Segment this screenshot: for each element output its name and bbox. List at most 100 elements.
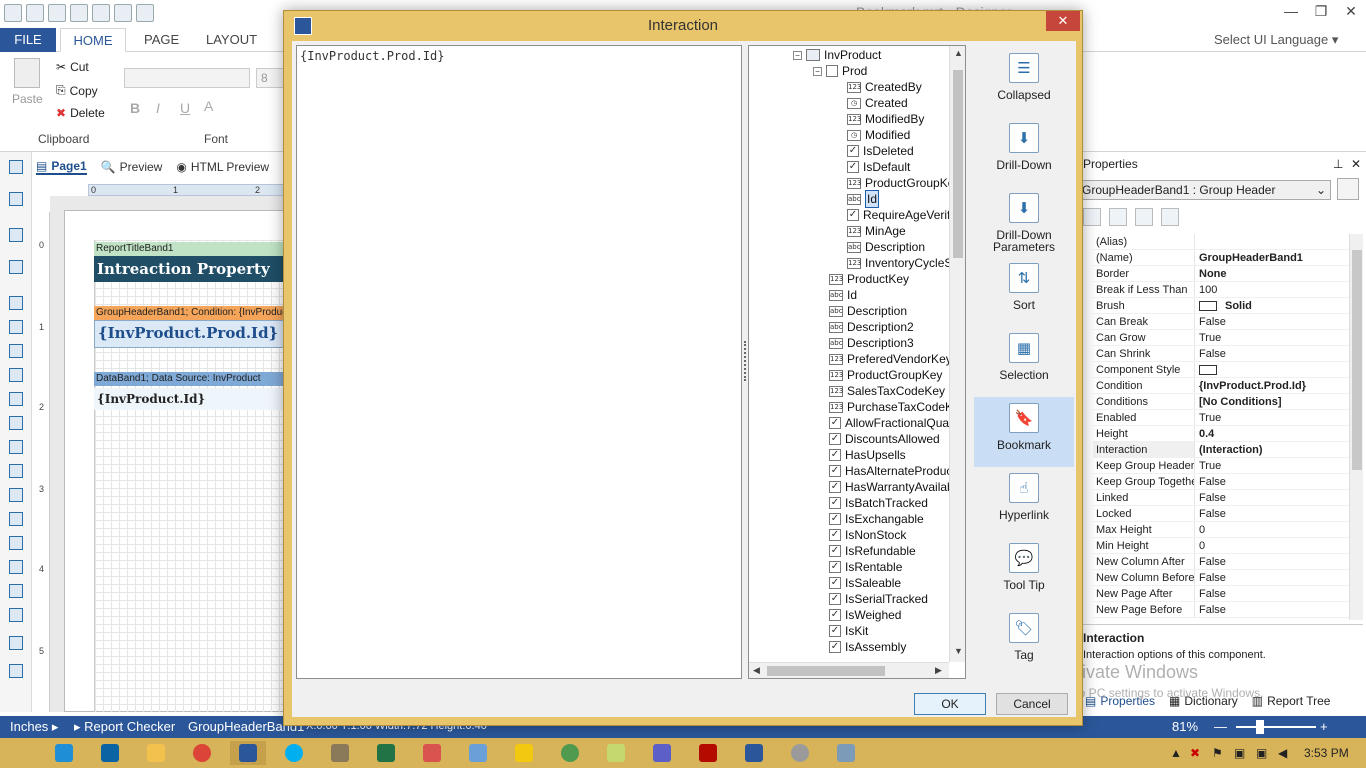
snip-icon[interactable] <box>598 741 634 765</box>
pin-icon[interactable]: ⊥ <box>1333 154 1343 174</box>
tree-node[interactable]: abc Id <box>829 287 857 303</box>
units-button[interactable]: Inches ▸ <box>10 719 58 735</box>
property-row[interactable]: Locked False <box>1093 506 1349 522</box>
tree-node[interactable]: 123 ProductGroupKey <box>847 175 960 191</box>
component-select[interactable]: GroupHeaderBand1 : Group Header ⌄ <box>1079 180 1331 200</box>
tree-node[interactable]: abc Description <box>847 239 925 255</box>
property-value[interactable]: False <box>1195 602 1349 617</box>
minimize-icon[interactable]: — <box>1276 0 1306 22</box>
barcode-tool-icon[interactable] <box>9 584 23 598</box>
property-row[interactable]: Max Height 0 <box>1093 522 1349 538</box>
tree-node[interactable]: ✓ IsRentable <box>829 559 902 575</box>
picture-tool-icon[interactable] <box>9 536 23 550</box>
property-row[interactable]: (Name) GroupHeaderBand1 <box>1093 250 1349 266</box>
property-row[interactable]: Border None <box>1093 266 1349 282</box>
property-row[interactable]: Can Shrink False <box>1093 346 1349 362</box>
tab-preview[interactable]: 🔍 Preview <box>101 160 163 174</box>
property-value[interactable]: False <box>1195 346 1349 361</box>
chrome-icon[interactable] <box>184 741 220 765</box>
outlook-icon[interactable] <box>92 741 128 765</box>
tree-node[interactable]: 123 MinAge <box>847 223 906 239</box>
settings-icon[interactable] <box>782 741 818 765</box>
tree-node[interactable]: ◷ Created <box>847 95 908 111</box>
tree-node[interactable]: ✓ IsAssembly <box>829 639 906 655</box>
tab-properties[interactable]: ▤ Properties <box>1085 694 1155 708</box>
zoom-out-button[interactable]: — <box>1214 719 1227 734</box>
camera-icon[interactable] <box>552 741 588 765</box>
drill-down-parameters-button[interactable]: ⬇ Drill-Down Parameters <box>974 187 1074 257</box>
tree-node-prod[interactable]: − Prod <box>813 63 867 79</box>
zoom-in-button[interactable]: + <box>1320 719 1328 734</box>
tab-report-tree[interactable]: ▥ Report Tree <box>1252 694 1331 708</box>
property-row[interactable]: Conditions [No Conditions] <box>1093 394 1349 410</box>
data-band-header[interactable]: DataBand1; Data Source: InvProduct <box>94 372 288 386</box>
property-row[interactable]: Keep Group Together False <box>1093 474 1349 490</box>
tree-node[interactable]: 123 ProductGroupKey <box>829 367 942 383</box>
tree-node[interactable]: ✓ AllowFractionalQuantity <box>829 415 965 431</box>
table-tool-icon[interactable] <box>9 488 23 502</box>
alphabetical-icon[interactable] <box>1109 208 1127 226</box>
tree-node[interactable]: ✓ IsBatchTracked <box>829 495 928 511</box>
property-value[interactable]: None <box>1195 266 1349 281</box>
dialog-titlebar[interactable]: Interaction ✕ <box>284 11 1082 41</box>
panel-close-icon[interactable]: ✕ <box>1351 154 1361 174</box>
property-row[interactable]: Can Break False <box>1093 314 1349 330</box>
collapse-icon[interactable]: − <box>813 66 822 76</box>
property-value[interactable]: False <box>1195 586 1349 601</box>
property-row[interactable]: Can Grow True <box>1093 330 1349 346</box>
collapsed-button[interactable]: ☰ Collapsed <box>974 47 1074 117</box>
pointer-tool-icon[interactable] <box>9 160 23 174</box>
tree-node[interactable]: abc Description <box>829 303 907 319</box>
tree-node[interactable]: ✓ DiscountsAllowed <box>829 431 940 447</box>
excel-icon[interactable] <box>368 741 404 765</box>
folder-icon[interactable] <box>92 4 110 22</box>
font-size-select[interactable]: 8 <box>256 68 286 88</box>
underline-button[interactable]: U <box>180 100 190 116</box>
font-name-select[interactable] <box>124 68 250 88</box>
acrobat-icon[interactable] <box>690 741 726 765</box>
notepad-icon[interactable] <box>460 741 496 765</box>
categorized-icon[interactable] <box>1083 208 1101 226</box>
zoom-slider-thumb[interactable] <box>1256 720 1264 734</box>
tray-flag-icon[interactable]: ⚑ <box>1212 746 1223 760</box>
panel-tool-icon[interactable] <box>9 416 23 430</box>
tree-node[interactable]: ✓ HasAlternateProducts <box>829 463 962 479</box>
cross-band-tool-icon[interactable] <box>9 228 23 242</box>
property-value[interactable]: True <box>1195 330 1349 345</box>
sort-button[interactable]: ⇅ Sort <box>974 257 1074 327</box>
rich-text-tool-icon[interactable] <box>9 392 23 406</box>
property-row[interactable]: New Column Before False <box>1093 570 1349 586</box>
property-row[interactable]: Min Height 0 <box>1093 538 1349 554</box>
property-value[interactable]: [No Conditions] <box>1195 394 1349 409</box>
property-row[interactable]: New Page Before False <box>1093 602 1349 618</box>
splitter-handle[interactable] <box>744 341 746 381</box>
word-icon[interactable] <box>736 741 772 765</box>
select-ui-language[interactable]: Select UI Language ▾ <box>1214 32 1338 48</box>
property-value[interactable]: GroupHeaderBand1 <box>1195 250 1349 265</box>
scroll-left-icon[interactable]: ◀ <box>753 665 760 676</box>
hyperlink-button[interactable]: ☝ Hyperlink <box>974 467 1074 537</box>
restore-icon[interactable]: ❐ <box>1306 0 1336 22</box>
sort-az-icon[interactable] <box>1337 178 1359 200</box>
gauge-tool-icon[interactable] <box>9 608 23 622</box>
property-value[interactable]: 100 <box>1195 282 1349 297</box>
property-row[interactable]: Interaction (Interaction) <box>1093 442 1349 458</box>
events-icon[interactable] <box>1135 208 1153 226</box>
text-tool-icon[interactable] <box>9 344 23 358</box>
power-bi-icon[interactable] <box>506 741 542 765</box>
tree-node[interactable]: ✓ IsSerialTracked <box>829 591 928 607</box>
tooltip-button[interactable]: 💬 Tool Tip <box>974 537 1074 607</box>
zoom-slider[interactable] <box>1236 726 1316 728</box>
property-row[interactable]: Linked False <box>1093 490 1349 506</box>
tray-app2-icon[interactable]: ▣ <box>1256 746 1267 760</box>
network-icon[interactable]: ✖ <box>1190 746 1200 760</box>
tree-node[interactable]: ✓ IsWeighed <box>829 607 901 623</box>
tree-node[interactable]: abc Description3 <box>829 335 914 351</box>
monitor-icon[interactable] <box>828 741 864 765</box>
list-tool-icon[interactable] <box>9 368 23 382</box>
tree-node[interactable]: 123 PreferedVendorKey <box>829 351 952 367</box>
property-scrollbar[interactable] <box>1349 234 1363 620</box>
property-value[interactable]: 0 <box>1195 538 1349 553</box>
property-row[interactable]: (Alias) <box>1093 234 1349 250</box>
group-header-text[interactable]: {InvProduct.Prod.Id} <box>94 320 288 348</box>
